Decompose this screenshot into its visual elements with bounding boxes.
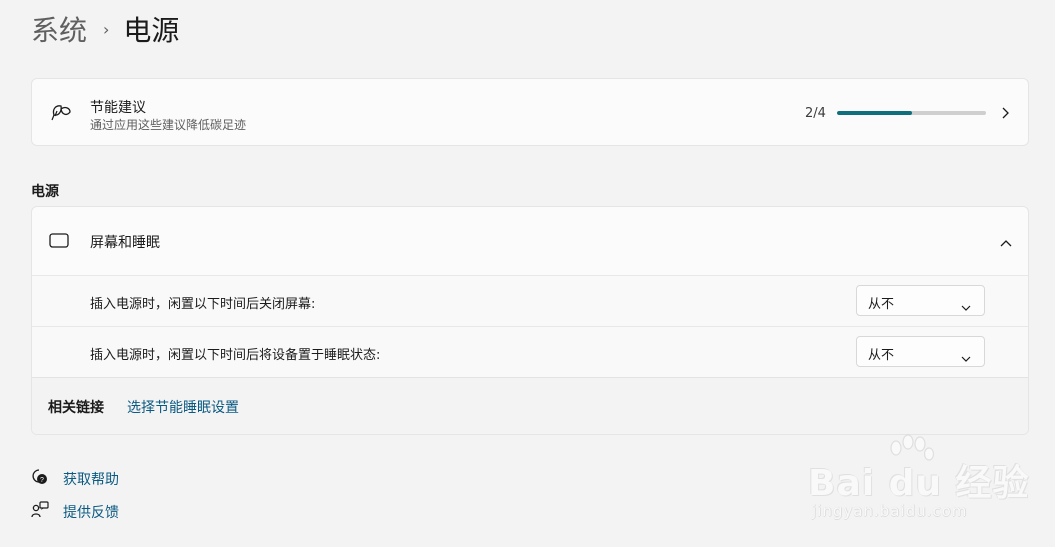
sleep-dropdown[interactable]: 从不	[856, 336, 985, 367]
leaf-icon	[50, 103, 72, 127]
chevron-up-icon[interactable]	[999, 233, 1013, 252]
recommendations-title: 节能建议	[90, 100, 146, 116]
watermark-brand: Bai du 经验	[808, 463, 1030, 504]
feedback-icon	[31, 501, 49, 523]
progress-fill	[837, 111, 912, 115]
chevron-down-icon	[961, 348, 971, 367]
feedback-link[interactable]: 提供反馈	[31, 501, 119, 523]
feedback-label: 提供反馈	[63, 505, 119, 521]
get-help-label: 获取帮助	[63, 472, 119, 488]
screen-sleep-header[interactable]: 屏幕和睡眠	[32, 207, 1028, 275]
energy-recommendations-card[interactable]: 节能建议 通过应用这些建议降低碳足迹 2/4	[31, 78, 1029, 146]
recommendations-progress-bar	[837, 111, 986, 115]
related-links-label: 相关链接	[48, 400, 104, 416]
power-card: 屏幕和睡眠 插入电源时，闲置以下时间后关闭屏幕: 从不 插入电源时，闲置以下时间…	[31, 206, 1029, 435]
related-links-row: 相关链接 选择节能睡眠设置	[32, 377, 1028, 434]
sleep-setting-row: 插入电源时，闲置以下时间后将设备置于睡眠状态: 从不	[32, 326, 1028, 377]
help-icon: ?	[31, 468, 49, 490]
screen-off-dropdown[interactable]: 从不	[856, 285, 985, 316]
chevron-right-icon[interactable]	[999, 105, 1011, 124]
chevron-down-icon	[961, 297, 971, 316]
sleep-value: 从不	[868, 348, 895, 363]
watermark-url: jingyan.baidu.com	[812, 502, 968, 520]
sleep-label: 插入电源时，闲置以下时间后将设备置于睡眠状态:	[90, 348, 381, 363]
screen-sleep-icon	[49, 232, 71, 254]
breadcrumb-separator: ›	[103, 19, 110, 39]
section-label-power: 电源	[31, 184, 59, 200]
energy-sleep-settings-link[interactable]: 选择节能睡眠设置	[127, 397, 239, 417]
breadcrumb-parent[interactable]: 系统	[31, 9, 87, 49]
breadcrumb: 系统 › 电源	[31, 9, 179, 49]
screen-sleep-title: 屏幕和睡眠	[90, 235, 160, 251]
recommendations-subtitle: 通过应用这些建议降低碳足迹	[90, 118, 247, 132]
screen-off-setting-row: 插入电源时，闲置以下时间后关闭屏幕: 从不	[32, 275, 1028, 326]
recommendations-count: 2/4	[805, 106, 826, 121]
screen-off-value: 从不	[868, 297, 895, 312]
screen-off-label: 插入电源时，闲置以下时间后关闭屏幕:	[90, 297, 316, 312]
get-help-link[interactable]: ? 获取帮助	[31, 468, 119, 490]
svg-text:?: ?	[40, 477, 44, 484]
page-title: 电源	[123, 14, 180, 47]
